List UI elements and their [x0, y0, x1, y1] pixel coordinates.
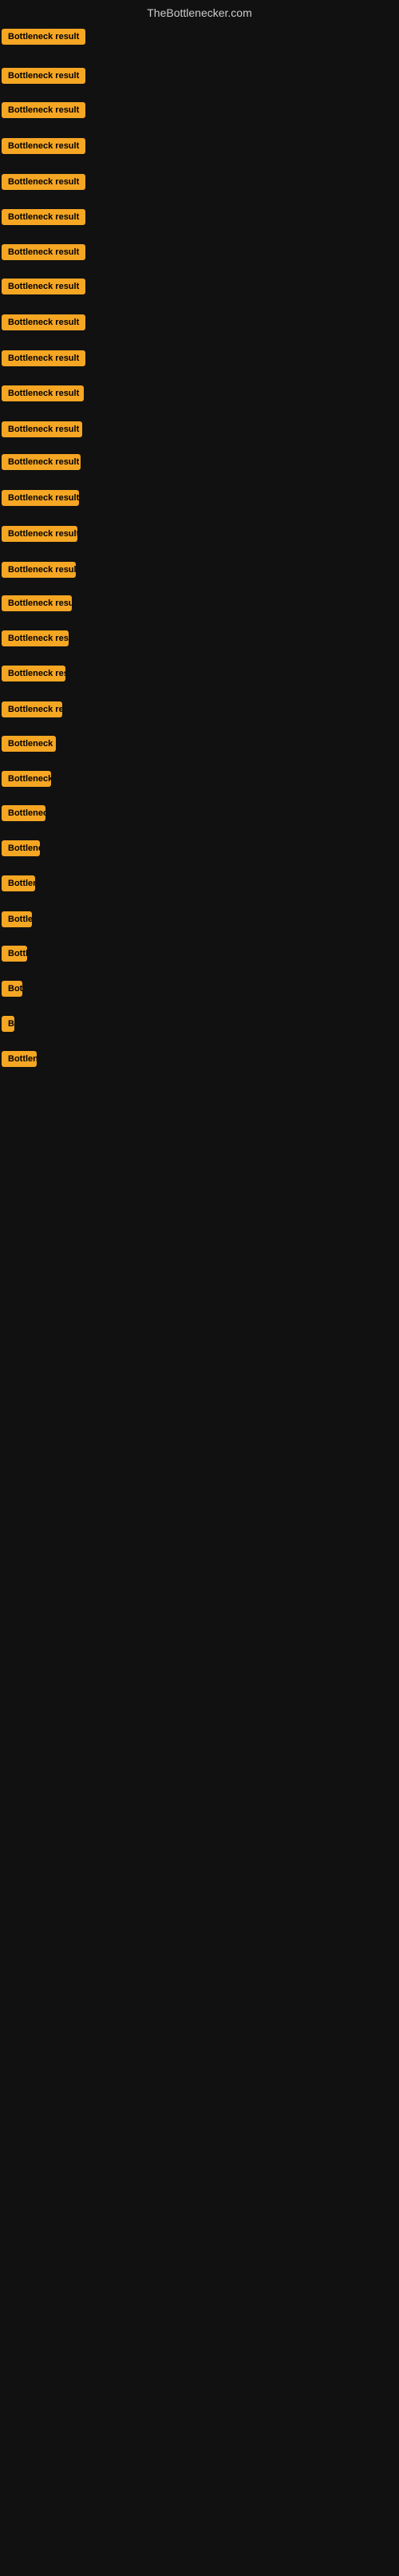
badge-label: Bottleneck result	[2, 981, 22, 997]
badge-label: Bottleneck result	[2, 68, 85, 84]
bottleneck-result-badge: Bottleneck result	[2, 526, 77, 546]
bottleneck-result-badge: Bottleneck result	[2, 68, 85, 88]
badge-label: Bottleneck result	[2, 911, 32, 927]
bottleneck-result-badge: Bottleneck result	[2, 666, 65, 685]
bottleneck-result-badge: Bottleneck result	[2, 911, 32, 931]
badge-label: Bottleneck result	[2, 138, 85, 154]
bottleneck-result-badge: Bottleneck result	[2, 421, 82, 441]
badge-label: Bottleneck result	[2, 244, 85, 260]
badge-label: Bottleneck result	[2, 840, 40, 856]
badge-label: Bottleneck result	[2, 701, 62, 717]
badge-label: Bottleneck result	[2, 875, 35, 891]
bottleneck-result-badge: Bottleneck result	[2, 981, 22, 1001]
bottleneck-result-badge: Bottleneck result	[2, 102, 85, 122]
badge-label: Bottleneck result	[2, 805, 45, 821]
site-title: TheBottlenecker.com	[0, 0, 399, 22]
badge-label: Bottleneck result	[2, 209, 85, 225]
bottleneck-result-badge: Bottleneck result	[2, 1016, 14, 1036]
bottleneck-result-badge: Bottleneck result	[2, 454, 81, 474]
badge-label: Bottleneck result	[2, 454, 81, 470]
badge-label: Bottleneck result	[2, 385, 84, 401]
bottleneck-result-badge: Bottleneck result	[2, 490, 79, 510]
bottleneck-result-badge: Bottleneck result	[2, 805, 45, 825]
bottleneck-result-badge: Bottleneck result	[2, 562, 76, 582]
badge-label: Bottleneck result	[2, 102, 85, 118]
badge-label: Bottleneck result	[2, 1016, 14, 1032]
bottleneck-result-badge: Bottleneck result	[2, 314, 85, 334]
bottleneck-result-badge: Bottleneck result	[2, 209, 85, 229]
bottleneck-result-badge: Bottleneck result	[2, 595, 72, 615]
bottleneck-result-badge: Bottleneck result	[2, 279, 85, 298]
bottleneck-result-badge: Bottleneck result	[2, 736, 56, 756]
bottleneck-result-badge: Bottleneck result	[2, 771, 51, 791]
badge-label: Bottleneck result	[2, 771, 51, 787]
bottleneck-result-badge: Bottleneck result	[2, 244, 85, 264]
badge-label: Bottleneck result	[2, 279, 85, 294]
badge-label: Bottleneck result	[2, 421, 82, 437]
bottleneck-result-badge: Bottleneck result	[2, 138, 85, 158]
badge-label: Bottleneck result	[2, 350, 85, 366]
bottleneck-result-badge: Bottleneck result	[2, 946, 27, 966]
bottleneck-result-badge: Bottleneck result	[2, 630, 69, 650]
badge-label: Bottleneck result	[2, 595, 72, 611]
bottleneck-result-badge: Bottleneck result	[2, 840, 40, 860]
bottleneck-result-badge: Bottleneck result	[2, 701, 62, 721]
badge-label: Bottleneck result	[2, 314, 85, 330]
badge-label: Bottleneck result	[2, 1051, 37, 1067]
badge-label: Bottleneck result	[2, 630, 69, 646]
bottleneck-result-badge: Bottleneck result	[2, 174, 85, 194]
badge-label: Bottleneck result	[2, 736, 56, 752]
bottleneck-result-badge: Bottleneck result	[2, 350, 85, 370]
bottleneck-result-badge: Bottleneck result	[2, 385, 84, 405]
bottleneck-result-badge: Bottleneck result	[2, 875, 35, 895]
badge-label: Bottleneck result	[2, 526, 77, 542]
bottleneck-result-badge: Bottleneck result	[2, 1051, 37, 1071]
badge-label: Bottleneck result	[2, 562, 76, 578]
badge-label: Bottleneck result	[2, 174, 85, 190]
badge-label: Bottleneck result	[2, 29, 85, 45]
bottleneck-result-badge: Bottleneck result	[2, 29, 85, 49]
badge-label: Bottleneck result	[2, 666, 65, 682]
badge-label: Bottleneck result	[2, 490, 79, 506]
badge-label: Bottleneck result	[2, 946, 27, 962]
